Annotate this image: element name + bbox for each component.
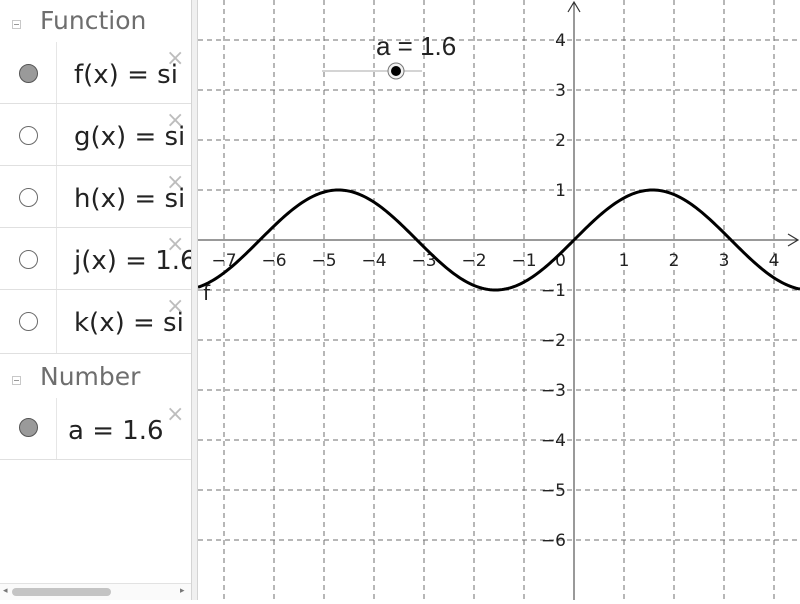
algebra-row-k[interactable]: k(x) = si × <box>0 290 191 354</box>
delete-icon[interactable]: × <box>166 296 184 318</box>
expression-a[interactable]: a = 1.6 <box>68 416 164 446</box>
toggle-cell <box>0 290 57 353</box>
toggle-cell <box>0 228 57 289</box>
algebra-row-h[interactable]: h(x) = si × <box>0 166 191 228</box>
slider-handle-dot[interactable] <box>391 66 401 76</box>
collapse-icon[interactable] <box>12 20 21 29</box>
grid <box>198 0 800 600</box>
toggle-cell <box>0 42 57 103</box>
algebra-row-f[interactable]: f(x) = si × <box>0 42 191 104</box>
expression-f[interactable]: f(x) = si <box>74 60 178 90</box>
y-tick-label: −4 <box>541 431 566 451</box>
x-tick-label: 4 <box>769 251 780 271</box>
slider-label: a = 1.6 <box>376 31 456 61</box>
algebra-row-j[interactable]: j(x) = 1.6 × <box>0 228 191 290</box>
visibility-toggle-a[interactable] <box>19 418 38 437</box>
function-group-header[interactable]: Function <box>0 0 191 42</box>
horizontal-scrollbar[interactable]: ◂ ▸ <box>0 583 191 600</box>
visibility-toggle-f[interactable] <box>19 64 38 83</box>
y-tick-label: −6 <box>541 531 566 551</box>
x-tick-label: −4 <box>361 251 386 271</box>
curve-label-f[interactable]: f <box>203 281 211 305</box>
graphics-view[interactable]: −7 −6 −5 −4 −3 −2 −1 1 2 3 4 4 3 2 1 −1 −2 −3 −4 −5 −6 0 f … <box>197 0 800 600</box>
x-tick-label: −6 <box>261 251 286 271</box>
delete-icon[interactable]: × <box>166 110 184 132</box>
delete-icon[interactable]: × <box>166 404 184 426</box>
collapse-icon[interactable] <box>12 376 21 385</box>
x-tick-label: 2 <box>669 251 680 271</box>
visibility-toggle-h[interactable] <box>19 188 38 207</box>
algebra-view: Function f(x) = si × g(x) = si × h(x) = … <box>0 0 191 600</box>
x-tick-label: 3 <box>719 251 730 271</box>
visibility-toggle-g[interactable] <box>19 126 38 145</box>
algebra-row-g[interactable]: g(x) = si × <box>0 104 191 166</box>
x-tick-label: −1 <box>511 251 536 271</box>
x-tick-label: −2 <box>461 251 486 271</box>
y-tick-label: 4 <box>555 31 566 51</box>
function-group-label: Function <box>40 6 147 35</box>
scroll-thumb[interactable] <box>12 588 111 596</box>
scroll-right-icon[interactable]: ▸ <box>180 586 185 596</box>
y-tick-label: 3 <box>555 81 566 101</box>
delete-icon[interactable]: × <box>166 234 184 256</box>
delete-icon[interactable]: × <box>166 48 184 70</box>
number-group-header[interactable]: Number <box>0 356 191 398</box>
y-tick-labels: 4 3 2 1 −1 −2 −3 −4 −5 −6 <box>541 31 566 551</box>
visibility-toggle-j[interactable] <box>19 250 38 269</box>
axes <box>198 0 800 600</box>
x-tick-label: 1 <box>619 251 630 271</box>
x-tick-label: −7 <box>211 251 236 271</box>
visibility-toggle-k[interactable] <box>19 312 38 331</box>
x-tick-labels: −7 −6 −5 −4 −3 −2 −1 1 2 3 4 <box>211 251 779 271</box>
toggle-cell <box>0 104 57 165</box>
number-group-label: Number <box>40 362 141 391</box>
coordinate-plane[interactable]: −7 −6 −5 −4 −3 −2 −1 1 2 3 4 4321−1−2−3−4−5−6 0 f … <box>197 0 800 600</box>
y-tick-label: −5 <box>541 481 566 501</box>
y-tick-label: 1 <box>555 181 566 201</box>
x-tick-label: −5 <box>311 251 336 271</box>
scroll-left-icon[interactable]: ◂ <box>3 586 8 596</box>
slider-a[interactable]: a = 1.6 <box>322 31 456 80</box>
delete-icon[interactable]: × <box>166 172 184 194</box>
pane-divider[interactable] <box>191 0 198 600</box>
toggle-cell <box>0 398 57 459</box>
y-tick-label: 2 <box>555 131 566 151</box>
y-tick-label: −1 <box>541 281 566 301</box>
y-tick-label: −3 <box>541 381 566 401</box>
toggle-cell <box>0 166 57 227</box>
algebra-row-a[interactable]: a = 1.6 × <box>0 398 191 460</box>
y-tick-label: −2 <box>541 331 566 351</box>
